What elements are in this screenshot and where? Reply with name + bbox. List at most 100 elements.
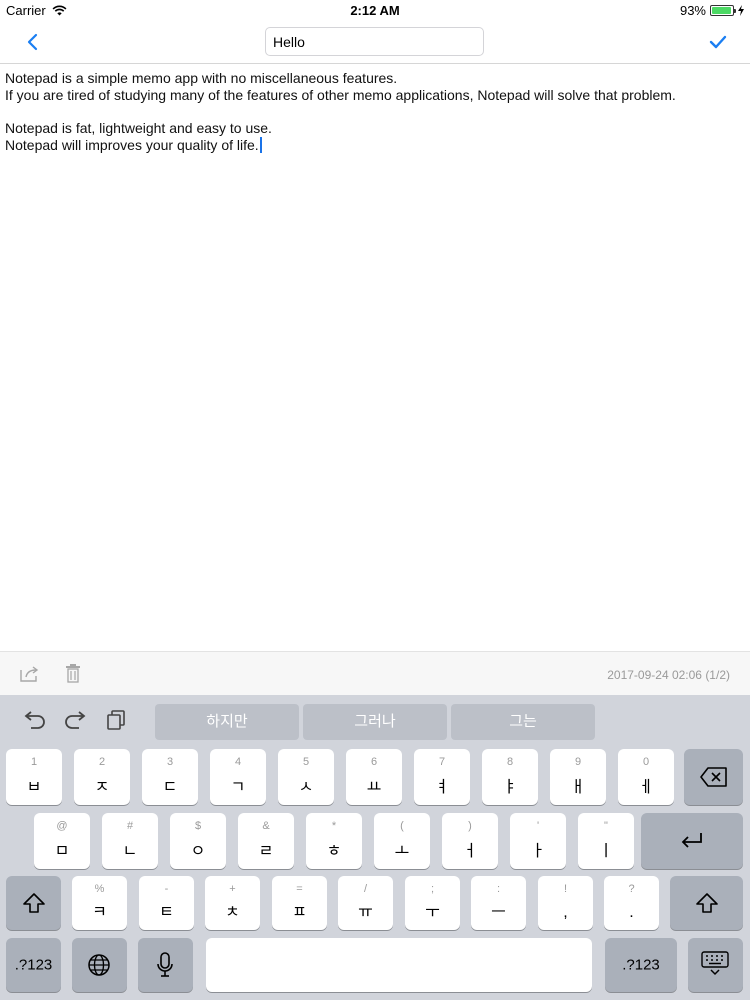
shift-icon [696,893,718,913]
return-icon [681,833,702,848]
key-secondary-label: 6 [370,756,378,768]
redo-icon[interactable] [62,710,88,730]
key-secondary-label: 0 [642,756,650,768]
memo-text-area[interactable]: Notepad is a simple memo app with no mis… [5,70,745,154]
key-row2-5[interactable]: (ㅗ [374,813,430,869]
key-primary-label: ㅕ [434,779,450,796]
key-secondary-label: ! [563,883,568,895]
key-row1-4[interactable]: 5ㅅ [278,749,334,805]
key-row3-2[interactable]: + ㅊ [205,876,260,930]
key-secondary-label: 5 [302,756,310,768]
key-secondary-label: 4 [234,756,242,768]
key-row1-1[interactable]: 2ㅈ [74,749,130,805]
key-row2-4[interactable]: * ㅎ [306,813,362,869]
key-row3-4[interactable]: / ㅠ [338,876,393,930]
dismiss-keyboard-key[interactable] [688,938,743,992]
numbers-key-left[interactable]: .?123 [6,938,61,992]
return-key[interactable] [641,813,743,869]
key-primary-label: ㅔ [638,779,654,796]
key-secondary-label: # [126,820,134,832]
key-row3-7[interactable]: !, [538,876,593,930]
numbers-key-right[interactable]: .?123 [605,938,677,992]
delete-key[interactable] [684,749,743,805]
done-checkmark-button[interactable] [708,32,728,52]
key-primary-label: ㅑ [502,779,518,796]
dictation-key[interactable] [138,938,193,992]
key-secondary-label: 1 [30,756,38,768]
key-row1-2[interactable]: 3ㄷ [142,749,198,805]
nav-bar [0,22,750,64]
memo-date-label: 2017-09-24 02:06 (1/2) [607,668,730,682]
key-secondary-label: * [331,820,337,832]
key-primary-label: ㅜ [425,904,440,921]
key-row2-0[interactable]: @ ㅁ [34,813,90,869]
paste-icon[interactable] [105,709,127,731]
key-row1-6[interactable]: 7ㅕ [414,749,470,805]
key-primary-label: ㅓ [462,843,478,860]
key-row3-5[interactable]: ; ㅜ [405,876,460,930]
trash-icon[interactable] [65,663,81,683]
shift-key-right[interactable] [670,876,743,930]
key-primary-label: ㅊ [225,904,240,921]
key-row2-1[interactable]: # ㄴ [102,813,158,869]
key-primary-label: ㄹ [258,843,274,860]
key-row1-9[interactable]: 0ㅔ [618,749,674,805]
undo-icon[interactable] [22,710,48,730]
key-row2-6[interactable]: ) ㅓ [442,813,498,869]
memo-toolbar: 2017-09-24 02:06 (1/2) [0,651,750,695]
key-secondary-label: + [229,883,236,895]
suggestion-1[interactable]: 하지만 [155,704,299,740]
key-secondary-label: $ [194,820,202,832]
back-button[interactable] [22,30,44,54]
key-row2-7[interactable]: ' ㅏ [510,813,566,869]
key-primary-label: ㄱ [230,779,246,796]
numbers-key-label: .?123 [622,956,660,974]
charging-icon [738,5,744,16]
key-primary-label: ㅅ [298,779,314,796]
key-primary-label: ㅍ [292,904,307,921]
key-row3-1[interactable]: -ㅌ [139,876,194,930]
share-icon[interactable] [18,664,40,684]
key-row3-8[interactable]: ?. [604,876,659,930]
key-secondary-label: 9 [574,756,582,768]
key-row3-0[interactable]: % ㅋ [72,876,127,930]
key-secondary-label: ' [536,820,540,832]
suggestion-3[interactable]: 그는 [451,704,595,740]
key-row3-3[interactable]: = ㅍ [272,876,327,930]
key-primary-label: ㅎ [326,843,342,860]
backspace-icon [700,767,727,787]
key-secondary-label: 3 [166,756,174,768]
memo-title-input[interactable] [265,27,484,56]
key-row1-8[interactable]: 9ㅐ [550,749,606,805]
key-row1-3[interactable]: 4ㄱ [210,749,266,805]
shift-icon [23,893,45,913]
status-bar: Carrier 2:12 AM 93% [0,0,750,22]
globe-key[interactable] [72,938,127,992]
shift-key-left[interactable] [6,876,61,930]
key-secondary-label: % [94,883,105,895]
key-primary-label: ㄴ [122,843,138,860]
key-row1-5[interactable]: 6ㅛ [346,749,402,805]
key-primary-label: ㅇ [190,843,206,860]
key-primary-label: ㅁ [54,843,70,860]
key-secondary-label: ? [628,883,635,895]
key-row2-2[interactable]: $ ㅇ [170,813,226,869]
key-row2-8[interactable]: " ㅣ [578,813,634,869]
key-primary-label: ㅂ [26,779,42,796]
key-secondary-label: ; [430,883,435,895]
key-row2-3[interactable]: & ㄹ [238,813,294,869]
key-secondary-label: 2 [98,756,106,768]
keyboard-shortcut-bar: 하지만 그러나 그는 [0,695,750,743]
suggestion-2[interactable]: 그러나 [303,704,447,740]
key-primary-label: ㄷ [162,779,178,796]
key-secondary-label: 8 [506,756,514,768]
key-row1-7[interactable]: 8ㅑ [482,749,538,805]
space-key[interactable] [206,938,592,992]
key-secondary-label: @ [56,820,68,832]
key-row3-6[interactable]: :ㅡ [471,876,526,930]
key-secondary-label: : [496,883,501,895]
keyboard: 하지만 그러나 그는 1 ㅂ 2 ㅈ 3 ㄷ 4 ㄱ 5 ㅅ 6 ㅛ 7 ㅕ 8 ㅑ 9 ㅐ 0 ㅔ @ ㅁ # ㄴ $ ㅇ & ㄹ *… [0,695,750,1000]
key-row1-0[interactable]: 1ㅂ [6,749,62,805]
memo-line-last: Notepad will improves your quality of li… [5,137,745,154]
key-primary-label: ㅏ [530,843,546,860]
